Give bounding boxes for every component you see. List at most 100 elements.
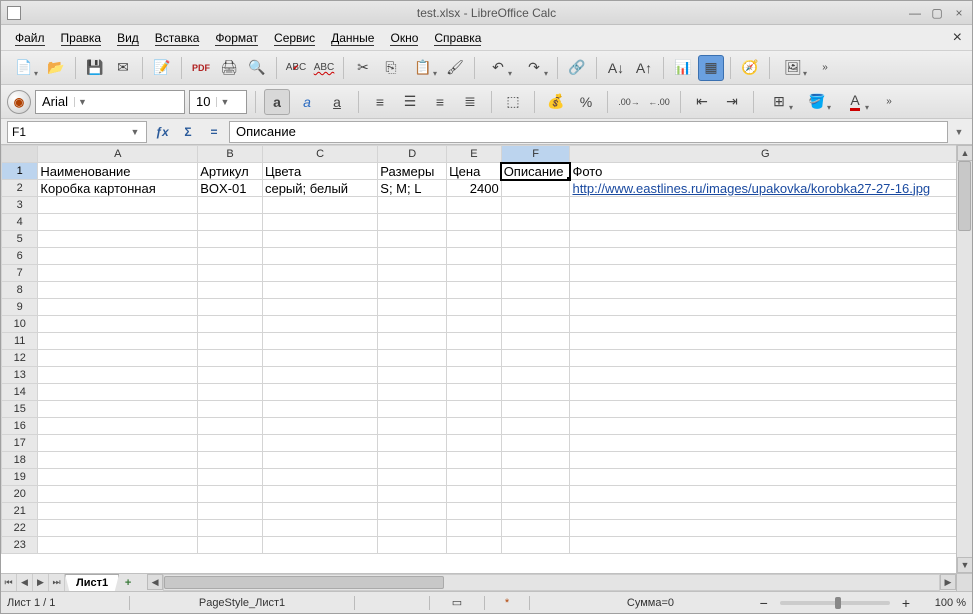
auto-spellcheck-button[interactable]: ABC (311, 55, 337, 81)
cell-grid[interactable]: A B C D E F G 1 Наименование Артикул Цве… (1, 145, 956, 554)
decrease-indent-button[interactable]: ⇤ (689, 89, 715, 115)
col-header-C[interactable]: C (262, 146, 377, 163)
col-header-G[interactable]: G (570, 146, 956, 163)
dropdown-icon[interactable]: ▼ (216, 97, 232, 107)
function-button[interactable]: = (203, 121, 225, 143)
close-document-button[interactable]: × (953, 29, 962, 47)
menu-view[interactable]: Вид (111, 28, 145, 48)
format-toolbar-overflow-button[interactable]: » (876, 89, 902, 115)
add-decimal-button[interactable]: .00→ (616, 89, 642, 115)
menu-tools[interactable]: Сервис (268, 28, 321, 48)
dropdown-icon[interactable]: ▼ (128, 127, 142, 137)
col-header-E[interactable]: E (447, 146, 502, 163)
hscroll-thumb[interactable] (164, 576, 444, 589)
tab-first-button[interactable]: ⏮ (1, 574, 17, 591)
expand-formula-bar-button[interactable]: ▼ (952, 121, 966, 143)
format-paintbrush-button[interactable]: 🖌 (442, 55, 468, 81)
edit-file-button[interactable]: 📝 (149, 55, 175, 81)
vscroll-thumb[interactable] (958, 161, 971, 231)
col-header-B[interactable]: B (198, 146, 263, 163)
percent-button[interactable]: % (573, 89, 599, 115)
row-header-3[interactable]: 3 (2, 197, 38, 214)
row-header-6[interactable]: 6 (2, 248, 38, 265)
zoom-slider[interactable] (780, 601, 890, 605)
menu-help[interactable]: Справка (428, 28, 487, 48)
dropdown-icon[interactable]: ▼ (74, 97, 90, 107)
new-document-button[interactable]: 📄 (7, 55, 41, 81)
align-left-button[interactable]: ≡ (367, 89, 393, 115)
tab-last-button[interactable]: ⏭ (49, 574, 65, 591)
window-close-button[interactable]: × (952, 6, 966, 20)
styles-button[interactable]: ◉ (7, 90, 31, 114)
row-header-7[interactable]: 7 (2, 265, 38, 282)
sort-desc-button[interactable]: A↑ (631, 55, 657, 81)
paste-button[interactable]: 📋 (406, 55, 440, 81)
scroll-left-button[interactable]: ◀ (147, 574, 163, 590)
redo-button[interactable]: ↷ (517, 55, 551, 81)
zoom-level[interactable]: 100 % (922, 597, 966, 609)
row-header-17[interactable]: 17 (2, 435, 38, 452)
scroll-up-button[interactable]: ▲ (957, 145, 972, 161)
status-selection-mode-icon[interactable]: ▭ (442, 596, 472, 609)
print-button[interactable]: 🖨 (216, 55, 242, 81)
row-header-10[interactable]: 10 (2, 316, 38, 333)
underline-button[interactable]: a (324, 89, 350, 115)
zoom-in-button[interactable]: + (902, 595, 910, 611)
select-all-corner[interactable] (2, 146, 38, 163)
background-color-button[interactable]: 🪣 (800, 89, 834, 115)
open-button[interactable]: 📂 (43, 55, 69, 81)
copy-button[interactable]: ⎘ (378, 55, 404, 81)
add-sheet-button[interactable]: + (119, 574, 137, 591)
chart-button[interactable]: 📊 (670, 55, 696, 81)
row-header-11[interactable]: 11 (2, 333, 38, 350)
row-header-18[interactable]: 18 (2, 452, 38, 469)
gallery-button[interactable]: 🖼 (776, 55, 810, 81)
row-header-1[interactable]: 1 (2, 163, 38, 180)
row-header-16[interactable]: 16 (2, 418, 38, 435)
cell-A2[interactable]: Коробка картонная (38, 180, 198, 197)
toolbar-overflow-button[interactable]: » (812, 55, 838, 81)
window-minimize-button[interactable]: — (908, 6, 922, 20)
menu-insert[interactable]: Вставка (149, 28, 206, 48)
row-header-12[interactable]: 12 (2, 350, 38, 367)
align-justify-button[interactable]: ≣ (457, 89, 483, 115)
menu-window[interactable]: Окно (384, 28, 424, 48)
row-header-22[interactable]: 22 (2, 520, 38, 537)
cell-B1[interactable]: Артикул (198, 163, 263, 180)
zoom-out-button[interactable]: − (760, 595, 768, 611)
tab-next-button[interactable]: ▶ (33, 574, 49, 591)
col-header-A[interactable]: A (38, 146, 198, 163)
align-right-button[interactable]: ≡ (427, 89, 453, 115)
vertical-scrollbar[interactable]: ▲ ▼ (956, 145, 972, 573)
cell-E1[interactable]: Цена (447, 163, 502, 180)
hyperlink-button[interactable]: 🔗 (564, 55, 590, 81)
increase-indent-button[interactable]: ⇥ (719, 89, 745, 115)
row-header-8[interactable]: 8 (2, 282, 38, 299)
menu-data[interactable]: Данные (325, 28, 380, 48)
menu-edit[interactable]: Правка (55, 28, 108, 48)
col-header-F[interactable]: F (501, 146, 570, 163)
row-header-9[interactable]: 9 (2, 299, 38, 316)
row-header-21[interactable]: 21 (2, 503, 38, 520)
menu-file[interactable]: Файл (9, 28, 51, 48)
show-grid-button[interactable]: ▦ (698, 55, 724, 81)
status-sum[interactable]: Сумма=0 (574, 597, 674, 609)
row-header-14[interactable]: 14 (2, 384, 38, 401)
font-color-button[interactable]: A (838, 89, 872, 115)
row-header-13[interactable]: 13 (2, 367, 38, 384)
cell-A1[interactable]: Наименование (38, 163, 198, 180)
remove-decimal-button[interactable]: ←.00 (646, 89, 672, 115)
row-header-5[interactable]: 5 (2, 231, 38, 248)
font-size-combo[interactable]: 10 ▼ (189, 90, 247, 114)
row-header-15[interactable]: 15 (2, 401, 38, 418)
scroll-right-button[interactable]: ▶ (940, 574, 956, 590)
cell-F1[interactable]: Описание (501, 163, 570, 180)
sort-asc-button[interactable]: A↓ (603, 55, 629, 81)
cut-button[interactable]: ✂ (350, 55, 376, 81)
row-header-20[interactable]: 20 (2, 486, 38, 503)
horizontal-scrollbar[interactable]: ◀ ▶ (147, 574, 956, 591)
cell-G1[interactable]: Фото (570, 163, 956, 180)
font-name-combo[interactable]: Arial ▼ (35, 90, 185, 114)
cell-G2[interactable]: http://www.eastlines.ru/images/upakovka/… (570, 180, 956, 197)
export-pdf-button[interactable]: PDF (188, 55, 214, 81)
